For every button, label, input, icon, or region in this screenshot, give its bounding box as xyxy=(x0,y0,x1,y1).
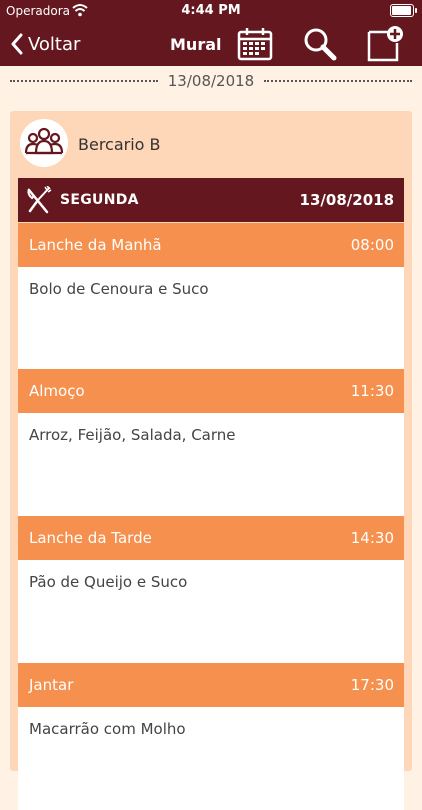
top-bar: Operadora 4:44 PM Voltar Mural xyxy=(0,0,422,66)
meal-time: 11:30 xyxy=(350,382,394,400)
meal-item[interactable]: Jantar 17:30 Macarrão com Molho xyxy=(18,663,404,810)
meal-time: 14:30 xyxy=(350,529,394,547)
meal-time: 08:00 xyxy=(350,236,394,254)
meal-header: Jantar 17:30 xyxy=(18,663,404,707)
meal-body: Macarrão com Molho xyxy=(18,707,404,810)
date-divider: 13/08/2018 xyxy=(0,70,422,92)
meal-body: Arroz, Feijão, Salada, Carne xyxy=(18,413,404,516)
meal-item[interactable]: Lanche da Tarde 14:30 Pão de Queijo e Su… xyxy=(18,516,404,663)
group-icon xyxy=(20,119,68,167)
group-name: Bercario B xyxy=(78,135,161,154)
utensils-icon xyxy=(27,186,52,214)
day-header: SEGUNDA 13/08/2018 xyxy=(18,178,404,222)
meal-description: Arroz, Feijão, Salada, Carne xyxy=(29,426,236,444)
meal-name: Almoço xyxy=(29,382,85,400)
meal-name: Jantar xyxy=(29,676,74,694)
add-note-icon[interactable] xyxy=(366,25,404,63)
meal-item[interactable]: Almoço 11:30 Arroz, Feijão, Salada, Carn… xyxy=(18,369,404,516)
divider-line xyxy=(264,80,412,82)
meal-header: Lanche da Manhã 08:00 xyxy=(18,223,404,267)
day-date: 13/08/2018 xyxy=(299,191,394,209)
meal-item[interactable]: Lanche da Manhã 08:00 Bolo de Cenoura e … xyxy=(18,223,404,370)
meal-description: Pão de Queijo e Suco xyxy=(29,573,188,591)
meal-name: Lanche da Manhã xyxy=(29,236,162,254)
chevron-left-icon xyxy=(11,33,23,55)
meal-time: 17:30 xyxy=(350,676,394,694)
status-time: 4:44 PM xyxy=(181,3,241,18)
meal-description: Macarrão com Molho xyxy=(29,720,186,738)
back-label: Voltar xyxy=(28,33,81,55)
battery-icon xyxy=(390,4,417,17)
meal-header: Almoço 11:30 xyxy=(18,369,404,413)
day-label: SEGUNDA xyxy=(60,192,139,208)
search-icon[interactable] xyxy=(302,27,338,61)
meal-body: Pão de Queijo e Suco xyxy=(18,560,404,663)
status-bar: Operadora 4:44 PM xyxy=(0,0,422,22)
menu-card: Bercario B SEGUNDA 13/08/2018 Lanche da … xyxy=(10,111,412,810)
meal-header: Lanche da Tarde 14:30 xyxy=(18,516,404,560)
back-button[interactable]: Voltar xyxy=(10,30,80,58)
meal-body: Bolo de Cenoura e Suco xyxy=(18,267,404,370)
calendar-icon[interactable] xyxy=(237,27,273,61)
meal-description: Bolo de Cenoura e Suco xyxy=(29,280,209,298)
page-title: Mural xyxy=(170,35,222,54)
meal-name: Lanche da Tarde xyxy=(29,529,152,547)
